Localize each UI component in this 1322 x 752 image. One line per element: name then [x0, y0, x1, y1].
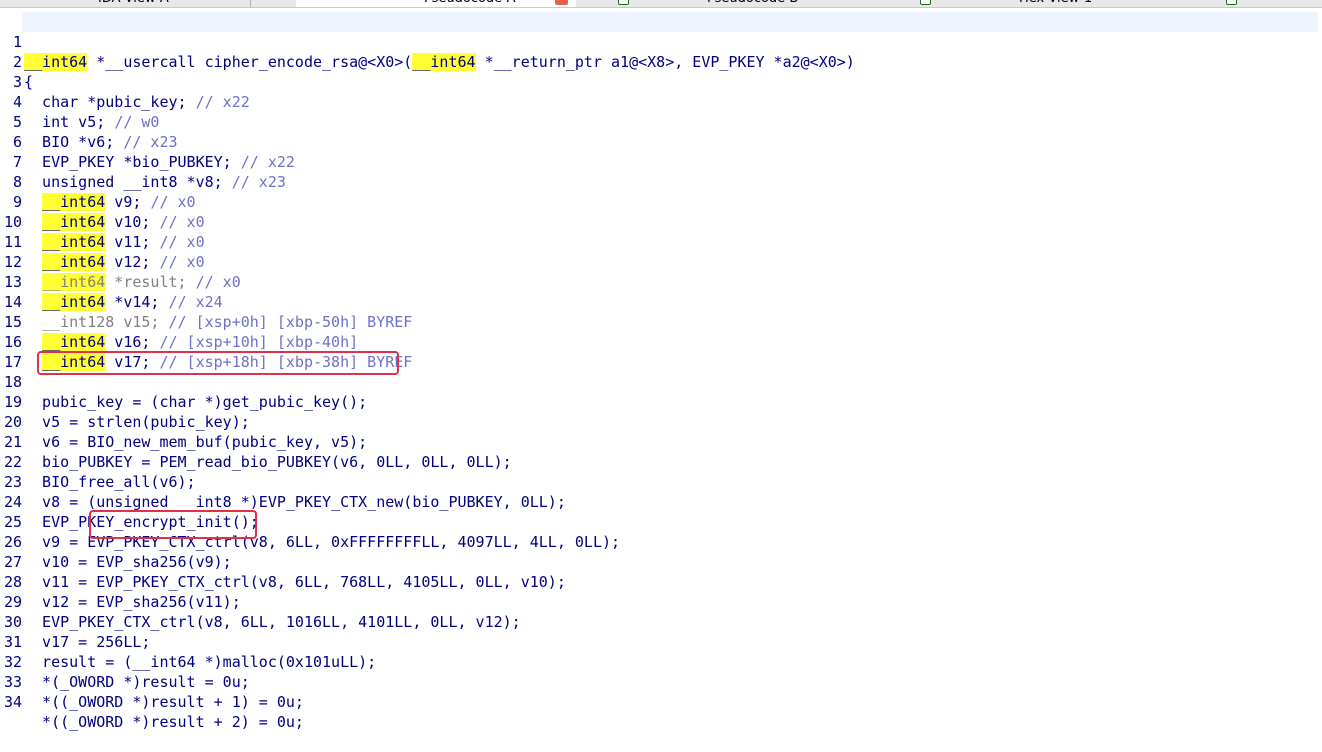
close-icon[interactable] — [555, 0, 568, 5]
code-line-33[interactable]: 33 *((_OWORD *)result + 1) = 0u; — [0, 652, 1322, 711]
code-line-16[interactable]: 16 __int64 v17; // [xsp+18h] [xbp-38h] B… — [0, 312, 1322, 371]
tab-next[interactable] — [1218, 0, 1245, 7]
code-line-14[interactable]: 14 __int128 v15; // [xsp+0h] [xbp-50h] B… — [0, 272, 1322, 331]
code-line-34[interactable]: 34 *((_OWORD *)result + 2) = 0u; — [0, 672, 1322, 731]
code-line-23[interactable]: 23 v8 = (unsigned __int8 *)EVP_PKEY_CTX_… — [0, 452, 1322, 511]
code-line-19[interactable]: 19 v5 = strlen(pubic_key); — [0, 372, 1322, 431]
code-line-30[interactable]: 30 v17 = 256LL; — [0, 592, 1322, 651]
code-line-24[interactable]: 24 EVP_PKEY_encrypt_init(); — [0, 472, 1322, 531]
code-line-15[interactable]: 15 __int64 v16; // [xsp+10h] [xbp-40h] — [0, 292, 1322, 351]
code-line-1[interactable]: 1 __int64 *__usercall cipher_encode_rsa@… — [0, 12, 1322, 71]
code-line-2[interactable]: 2 { — [0, 32, 1322, 91]
code-line-10[interactable]: 10 __int64 v11; // x0 — [0, 192, 1322, 251]
tab-label: Pseudocode-A — [424, 0, 515, 7]
tab-separator — [250, 0, 251, 7]
code-text: *((_OWORD *)result + 1) = 0u; — [24, 693, 304, 711]
code-line-29[interactable]: 29 EVP_PKEY_CTX_ctrl(v8, 6LL, 1016LL, 41… — [0, 572, 1322, 631]
code-text: *((_OWORD *)result + 2) = 0u; — [24, 713, 304, 731]
code-line-22[interactable]: 22 BIO_free_all(v6); — [0, 432, 1322, 491]
tab-hex-view-1[interactable]: Hex View-1 — [912, 0, 1232, 7]
code-line-5[interactable]: 5 BIO *v6; // x23 — [0, 92, 1322, 151]
code-line-26[interactable]: 26 v10 = EVP_sha256(v9); — [0, 512, 1322, 571]
code-line-18[interactable]: 18 pubic_key = (char *)get_pubic_key(); — [0, 352, 1322, 411]
code-line-25[interactable]: 25 v9 = EVP_PKEY_CTX_ctrl(v8, 6LL, 0xFFF… — [0, 492, 1322, 551]
tab-label: IDA View-A — [98, 0, 169, 7]
code-line-31[interactable]: 31 result = (__int64 *)malloc(0x101uLL); — [0, 612, 1322, 671]
tab-ida-view-a[interactable]: IDA View-A — [90, 0, 177, 7]
code-line-4[interactable]: 4 int v5; // w0 — [0, 72, 1322, 131]
pseudocode-view[interactable]: 1 __int64 *__usercall cipher_encode_rsa@… — [0, 12, 1322, 731]
code-line-20[interactable]: 20 v6 = BIO_new_mem_buf(pubic_key, v5); — [0, 392, 1322, 451]
code-line-21[interactable]: 21 bio_PUBKEY = PEM_read_bio_PUBKEY(v6, … — [0, 412, 1322, 471]
code-line-11[interactable]: 11 __int64 v12; // x0 — [0, 212, 1322, 271]
code-line-12[interactable]: 12 __int64 *result; // x0 — [0, 232, 1322, 291]
code-line-6[interactable]: 6 EVP_PKEY *bio_PUBKEY; // x22 — [0, 112, 1322, 171]
code-line-27[interactable]: 27 v11 = EVP_PKEY_CTX_ctrl(v8, 6LL, 768L… — [0, 532, 1322, 591]
line-number: 34 — [3, 693, 22, 711]
code-line-3[interactable]: 3 char *pubic_key; // x22 — [0, 52, 1322, 111]
code-line-9[interactable]: 9 __int64 v10; // x0 — [0, 172, 1322, 231]
code-line-32[interactable]: 32 *(_OWORD *)result = 0u; — [0, 632, 1322, 691]
tab-label: Hex View-1 — [1019, 0, 1092, 7]
hex-view-icon — [920, 0, 931, 5]
tab-label: Pseudocode-B — [707, 0, 798, 7]
code-line-13[interactable]: 13 __int64 *v14; // x24 — [0, 252, 1322, 311]
tab-bar: IDA View-A Pseudocode-A Pseudocode-B Hex… — [0, 0, 1322, 8]
code-line-8[interactable]: 8 __int64 v9; // x0 — [0, 152, 1322, 211]
tab-icon — [1226, 0, 1237, 5]
code-line-7[interactable]: 7 unsigned __int8 *v8; // x23 — [0, 132, 1322, 191]
code-line-28[interactable]: 28 v12 = EVP_sha256(v11); — [0, 552, 1322, 611]
pseudocode-icon — [618, 0, 629, 5]
tab-pseudocode-b[interactable]: Pseudocode-B — [610, 0, 910, 7]
tab-pseudocode-a[interactable]: Pseudocode-A — [296, 0, 576, 7]
code-line-17[interactable]: 17 — [0, 332, 1322, 371]
